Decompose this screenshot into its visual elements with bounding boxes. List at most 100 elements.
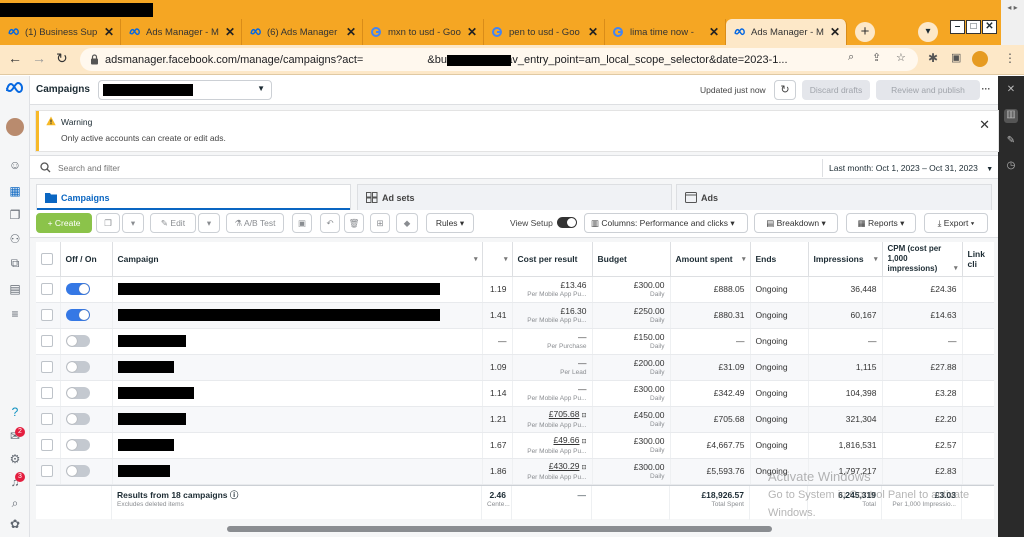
url-field[interactable]: adsmanager.facebook.com/manage/campaigns… — [80, 48, 918, 71]
campaign-name-cell[interactable] — [112, 380, 483, 407]
view-setup-toggle[interactable] — [557, 217, 577, 228]
discard-drafts-button[interactable]: Discard drafts — [802, 80, 870, 100]
close-window-button[interactable]: ✕ — [982, 20, 997, 34]
budget-cell[interactable]: £450.00 Daily — [592, 406, 671, 433]
browser-tab[interactable]: Ads Manager - M ✕ — [726, 19, 847, 45]
catalog-icon[interactable]: ▤ — [5, 282, 25, 300]
extensions-icon[interactable]: ✱ — [928, 51, 938, 65]
budget-cell[interactable]: £150.00 Daily — [592, 328, 671, 355]
campaign-toggle[interactable] — [65, 439, 90, 451]
tab-search-button[interactable]: ▾ — [918, 22, 938, 42]
campaign-toggle[interactable] — [65, 413, 90, 425]
chart-icon[interactable]: ▥ — [1004, 109, 1018, 123]
close-tab-icon[interactable]: ✕ — [346, 25, 356, 39]
close-tab-icon[interactable]: ✕ — [467, 25, 477, 39]
column-header-link-clicks[interactable]: Link cli — [962, 242, 994, 277]
breakdown-button[interactable]: ▤ Breakdown ▾ — [754, 213, 838, 233]
column-header-results[interactable]: ▾ — [482, 242, 513, 277]
campaign-toggle[interactable] — [65, 361, 90, 373]
close-panel-icon[interactable]: ✕ — [1004, 84, 1018, 98]
table-row[interactable]: 1.14— Per Mobile App Pu... £300.00 Daily £34… — [36, 380, 994, 407]
campaign-name-cell[interactable] — [112, 302, 483, 329]
cost-per-result-value[interactable]: £430.29 — [549, 461, 580, 471]
column-header-off-on[interactable]: Off / On — [60, 242, 113, 277]
cost-per-result-value[interactable]: £49.66 — [553, 435, 579, 445]
edit-dropdown-icon[interactable]: ▾ — [198, 213, 220, 233]
archive-icon[interactable]: ▣ — [292, 213, 312, 233]
campaign-name-cell[interactable] — [112, 328, 483, 355]
refresh-button[interactable]: ↻ — [774, 80, 796, 100]
budget-cell[interactable]: £300.00 Daily — [592, 276, 671, 303]
table-row[interactable]: — — Per Purchase £150.00 Daily — Ongoing — — — [36, 328, 994, 355]
close-tab-icon[interactable]: ✕ — [830, 25, 840, 39]
preview-icon[interactable]: ⊞ — [370, 213, 390, 233]
grid-table-icon[interactable]: ▦ — [5, 184, 25, 202]
reports-button[interactable]: ▦ Reports ▾ — [846, 213, 916, 233]
select-all-checkbox[interactable] — [41, 252, 53, 265]
campaign-toggle[interactable] — [65, 465, 90, 477]
undo-icon[interactable]: ↶ — [320, 213, 340, 233]
campaign-name-cell[interactable] — [112, 458, 483, 485]
campaign-name-cell[interactable] — [112, 276, 483, 303]
row-checkbox[interactable] — [41, 335, 53, 347]
campaign-name-cell[interactable] — [112, 432, 483, 459]
meta-logo-icon[interactable] — [5, 82, 25, 100]
table-row[interactable]: 1.67 £49.66 ⊡ Per Mobile App Pu... £300.00 Da… — [36, 432, 994, 459]
horizontal-scrollbar[interactable] — [227, 526, 772, 532]
zoom-icon[interactable]: ⌕ — [848, 51, 854, 64]
account-selector[interactable]: ▼ — [98, 80, 272, 100]
close-tab-icon[interactable]: ✕ — [225, 25, 235, 39]
row-checkbox[interactable] — [41, 387, 53, 399]
cost-per-result-value[interactable]: £705.68 — [549, 409, 580, 419]
bell-icon[interactable]: ♫ 3 — [5, 472, 25, 493]
column-header-budget[interactable]: Budget — [592, 242, 671, 277]
campaign-toggle[interactable] — [65, 387, 90, 399]
browser-tab[interactable]: pen to usd - Goo ✕ — [484, 19, 605, 45]
browser-tab[interactable]: Ads Manager - M ✕ — [121, 19, 242, 45]
row-checkbox[interactable] — [41, 465, 53, 477]
close-icon[interactable]: ✕ — [979, 117, 990, 133]
duplicate-icon[interactable]: ❐ — [96, 213, 120, 233]
table-row[interactable]: 1.21 £705.68 ⊡ Per Mobile App Pu... £450.00 D… — [36, 406, 994, 433]
side-panel-icon[interactable]: ▣ — [951, 51, 961, 64]
create-button[interactable]: + Create — [36, 213, 92, 233]
reload-icon[interactable]: ↻ — [56, 50, 68, 67]
tab-campaigns[interactable]: Campaigns — [36, 184, 351, 210]
column-header-impressions[interactable]: Impressions ▾ — [808, 242, 883, 277]
audience-icon[interactable]: ⚇ — [5, 232, 25, 250]
browser-tab[interactable]: lima time now - ✕ — [605, 19, 726, 45]
notifications-icon[interactable]: ✉ 2 — [5, 427, 25, 447]
browser-tab[interactable]: (6) Ads Manager ✕ — [242, 19, 363, 45]
back-icon[interactable]: ← — [8, 50, 22, 66]
close-tab-icon[interactable]: ✕ — [709, 25, 719, 39]
maximize-button[interactable]: □ — [966, 20, 981, 34]
column-header-ends[interactable]: Ends — [750, 242, 809, 277]
budget-cell[interactable]: £300.00 Daily — [592, 380, 671, 407]
browser-menu-icon[interactable]: ⋮ — [1004, 51, 1016, 65]
table-row[interactable]: 1.86 £430.29 ⊡ Per Mobile App Pu... £300.00 D… — [36, 458, 994, 485]
budget-cell[interactable]: £250.00 Daily — [592, 302, 671, 329]
more-options-icon[interactable]: ··· — [976, 80, 996, 100]
campaign-name-cell[interactable] — [112, 354, 483, 381]
minimize-button[interactable]: – — [950, 20, 965, 34]
rules-button[interactable]: Rules ▾ — [426, 213, 474, 233]
search-icon[interactable]: ⌕ — [5, 496, 25, 514]
table-row[interactable]: 1.41 £16.30 Per Mobile App Pu... £250.00 Dai… — [36, 302, 994, 329]
date-range-picker[interactable]: Last month: Oct 1, 2023 – Oct 31, 2023 ▼ — [822, 159, 994, 177]
help-icon[interactable]: ? — [5, 405, 25, 423]
table-row[interactable]: 1.09— Per Lead £200.00 Daily £31.09 Ongoing 1,… — [36, 354, 994, 381]
all-tools-icon[interactable]: ≡ — [5, 307, 25, 325]
campaign-toggle[interactable] — [65, 335, 90, 347]
trash-icon[interactable]: 🗑 — [344, 213, 364, 233]
row-checkbox[interactable] — [41, 413, 53, 425]
close-tab-icon[interactable]: ✕ — [104, 25, 114, 39]
row-checkbox[interactable] — [41, 309, 53, 321]
pencil-icon[interactable]: ✎ — [1004, 135, 1018, 149]
close-tab-icon[interactable]: ✕ — [588, 25, 598, 39]
user-avatar[interactable] — [5, 118, 25, 136]
bug-report-icon[interactable]: ✿ — [5, 517, 25, 535]
smile-icon[interactable]: ☺ — [5, 158, 25, 176]
row-checkbox[interactable] — [41, 283, 53, 295]
campaign-name-cell[interactable] — [112, 406, 483, 433]
stack-icon[interactable]: ⧉ — [5, 256, 25, 274]
